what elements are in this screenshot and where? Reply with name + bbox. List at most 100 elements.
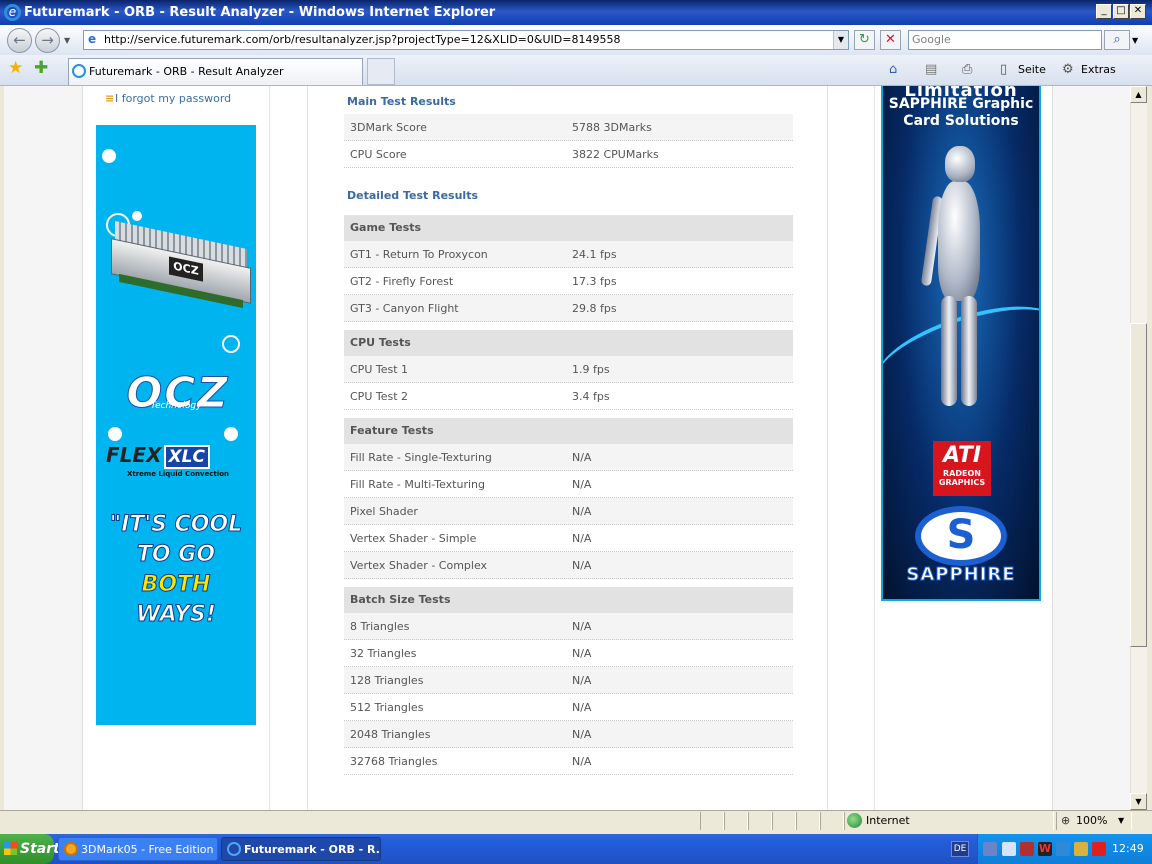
scroll-thumb[interactable]: [1130, 323, 1147, 647]
page-margin-right: [1053, 86, 1130, 810]
row-label: GT2 - Firefly Forest: [350, 275, 454, 288]
tray-acrobat-icon[interactable]: [1092, 842, 1106, 856]
row-value: 29.8 fps: [572, 302, 617, 315]
language-indicator[interactable]: DE: [951, 841, 969, 857]
row-label: GT3 - Canyon Flight: [350, 302, 459, 315]
search-input[interactable]: Google: [908, 30, 1102, 50]
row-value: N/A: [572, 532, 592, 545]
tray-antivirus-icon[interactable]: [1020, 842, 1034, 856]
xlc-label: XLC: [163, 445, 210, 469]
slogan-line: "IT'S COOL: [109, 512, 243, 538]
home-icon[interactable]: ⌂: [889, 60, 897, 80]
search-icon[interactable]: ⌕: [1104, 30, 1130, 50]
table-row: CPU Score 3822 CPUMarks: [344, 141, 793, 168]
maximize-button[interactable]: □: [1113, 4, 1129, 19]
tray-monitor-icon[interactable]: [1056, 842, 1070, 856]
row-label: Vertex Shader - Complex: [350, 559, 488, 572]
group-header-batch-size-tests: Batch Size Tests: [344, 587, 793, 613]
row-label: Fill Rate - Multi-Texturing: [350, 478, 485, 491]
ocz-tech-label: Technology: [150, 401, 202, 411]
back-arrow-icon[interactable]: ←: [7, 28, 32, 53]
history-dropdown-icon[interactable]: ▼: [64, 36, 70, 45]
robot-body-shape: [938, 181, 980, 301]
row-value: N/A: [572, 728, 592, 741]
row-value: 17.3 fps: [572, 275, 617, 288]
taskbar-item-ie[interactable]: Futuremark - ORB - R...: [221, 837, 381, 861]
tab-ie-icon: [72, 64, 86, 78]
row-value: N/A: [572, 674, 592, 687]
tab-result-analyzer[interactable]: Futuremark - ORB - Result Analyzer: [68, 58, 363, 85]
table-row: 128 Triangles N/A: [344, 667, 793, 694]
search-options-icon[interactable]: ▼: [1132, 36, 1138, 45]
bubble-decoration: [224, 427, 238, 441]
row-value: N/A: [572, 559, 592, 572]
windows-flag-icon: [4, 842, 17, 855]
row-label: 128 Triangles: [350, 674, 424, 687]
sapphire-ad-banner[interactable]: Limitation SAPPHIRE Graphic Card Solutio…: [881, 86, 1041, 601]
slogan-line: TO GO: [136, 542, 216, 568]
status-cell: [748, 812, 772, 830]
address-bar[interactable]: http://service.futuremark.com/orb/result…: [83, 30, 849, 50]
row-value: 3822 CPUMarks: [572, 148, 659, 161]
table-row: GT2 - Firefly Forest 17.3 fps: [344, 268, 793, 295]
status-cell: [796, 812, 820, 830]
tray-tool-icon[interactable]: [1074, 842, 1088, 856]
table-row: Fill Rate - Single-Texturing N/A: [344, 444, 793, 471]
group-header-game-tests: Game Tests: [344, 215, 793, 241]
tools-menu[interactable]: Extras: [1081, 60, 1116, 80]
add-favorite-icon[interactable]: ✚: [34, 58, 48, 78]
tray-volume-icon[interactable]: [1002, 842, 1016, 856]
column-divider: [874, 86, 875, 810]
row-value: 24.1 fps: [572, 248, 617, 261]
print-icon[interactable]: ⎙: [962, 60, 972, 80]
status-cell: [724, 812, 748, 830]
radeon-label: RADEON GRAPHICS: [938, 469, 986, 487]
row-label: CPU Score: [350, 148, 407, 161]
taskbar-item-3dmark[interactable]: 3DMark05 - Free Edition: [58, 837, 218, 861]
row-value: N/A: [572, 701, 592, 714]
tray-w-icon[interactable]: W: [1038, 842, 1052, 856]
column-divider: [827, 86, 828, 810]
stop-button[interactable]: ✕: [880, 30, 901, 50]
page-icon: e: [88, 32, 97, 46]
page-menu-icon[interactable]: ▯: [1000, 60, 1007, 80]
clock: 12:49: [1112, 842, 1144, 855]
favorites-star-icon[interactable]: ★: [8, 58, 23, 78]
ati-radeon-logo: ATI RADEON GRAPHICS: [933, 441, 991, 496]
ocz-ad-banner[interactable]: OCZ OCZ Technology FLEX XLC Xtreme Liquid…: [96, 125, 256, 725]
detailed-results-title: Detailed Test Results: [347, 189, 479, 202]
tray-network-icon[interactable]: [983, 842, 997, 856]
robot-leg-shape: [941, 296, 957, 406]
address-dropdown-icon[interactable]: ▼: [833, 31, 848, 49]
table-row: Vertex Shader - Complex N/A: [344, 552, 793, 579]
robot-leg-shape: [961, 296, 977, 406]
row-value: N/A: [572, 451, 592, 464]
row-label: GT1 - Return To Proxycon: [350, 248, 488, 261]
gear-icon[interactable]: ⚙: [1062, 60, 1074, 80]
row-value: N/A: [572, 647, 592, 660]
bubble-decoration: [132, 211, 142, 221]
scroll-down-icon[interactable]: ▼: [1130, 793, 1147, 810]
row-value: N/A: [572, 755, 592, 768]
new-tab-button[interactable]: [367, 58, 395, 85]
scroll-up-icon[interactable]: ▲: [1130, 86, 1147, 103]
table-row: CPU Test 1 1.9 fps: [344, 356, 793, 383]
refresh-button[interactable]: ↻: [854, 30, 875, 50]
zoom-dropdown-icon[interactable]: ▼: [1118, 812, 1124, 830]
zoom-icon[interactable]: ⊕: [1061, 812, 1070, 830]
feeds-icon[interactable]: ▤: [925, 60, 937, 80]
3dmark-app-icon: [64, 842, 78, 856]
row-value: 3.4 fps: [572, 390, 610, 403]
close-button[interactable]: ✕: [1130, 4, 1146, 19]
minimize-button[interactable]: _: [1096, 4, 1112, 19]
page-menu[interactable]: Seite: [1018, 60, 1046, 80]
row-label: 512 Triangles: [350, 701, 424, 714]
table-row: Fill Rate - Multi-Texturing N/A: [344, 471, 793, 498]
row-value: N/A: [572, 620, 592, 633]
group-header-feature-tests: Feature Tests: [344, 418, 793, 444]
ati-label: ATI: [942, 443, 982, 468]
forward-arrow-icon[interactable]: →: [35, 28, 60, 53]
forgot-password-link[interactable]: I forgot my password: [115, 92, 231, 105]
row-value: 5788 3DMarks: [572, 121, 652, 134]
zoom-level[interactable]: 100%: [1076, 812, 1107, 830]
